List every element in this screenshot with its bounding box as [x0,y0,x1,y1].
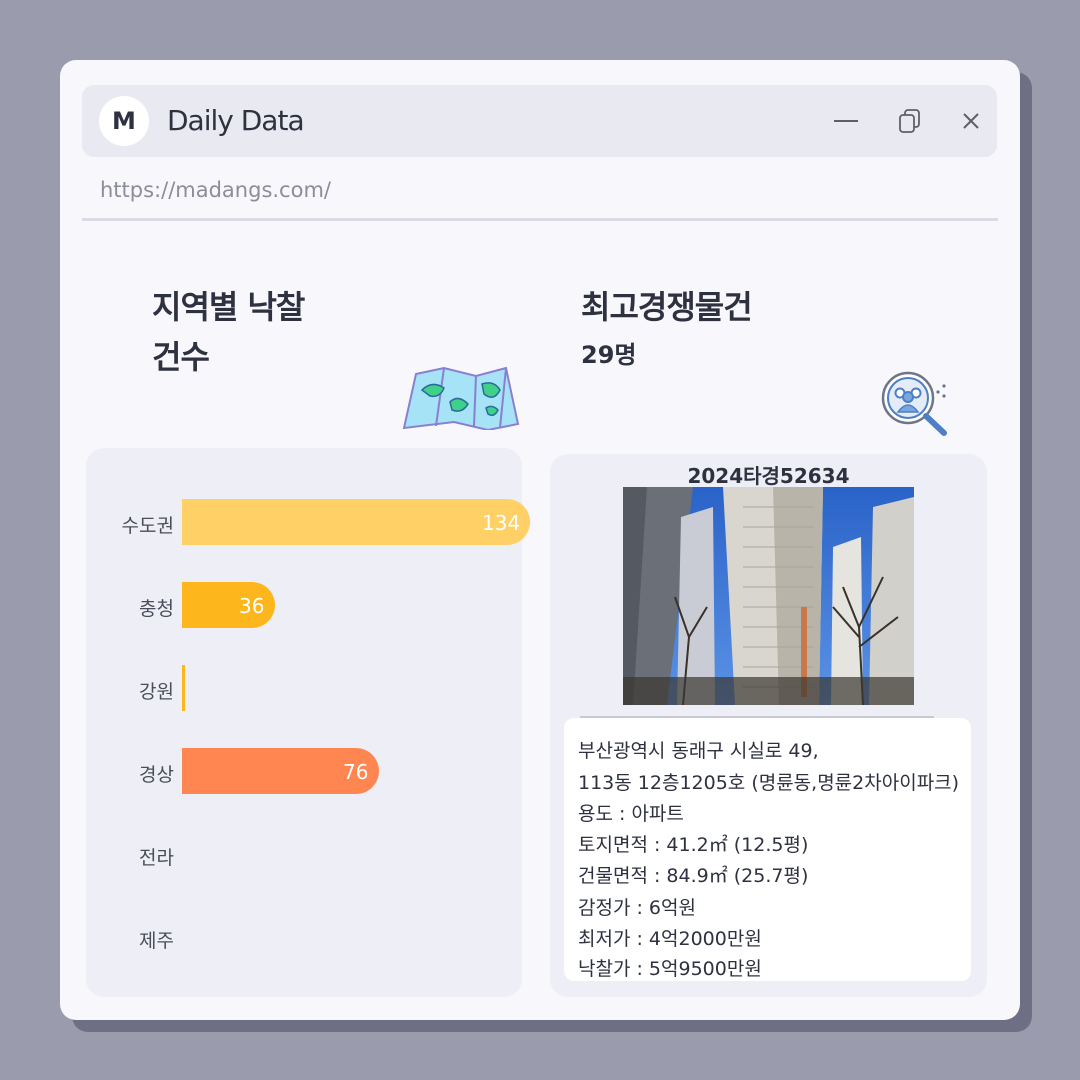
minimize-icon [834,120,858,122]
right-heading: 최고경쟁물건 [581,288,753,326]
map-icon [402,366,520,430]
bar [182,499,530,545]
app-logo: M [99,96,149,146]
browser-window: M Daily Data https://madangs.com/ 지역별 낙찰… [60,60,1020,1020]
bar-label: 제주 [139,930,174,952]
left-heading: 지역별 낙찰 건수 [152,282,305,382]
bar-label: 전라 [139,847,174,869]
appraisal-price: 감정가 : 6억원 [578,897,696,919]
bar-label: 충청 [139,598,174,620]
minimize-button[interactable] [830,105,862,137]
usage: 용도 : 아파트 [578,803,684,825]
address-divider [82,218,998,221]
bar-value-label: 134 [482,511,521,535]
restore-button[interactable] [894,105,926,137]
address-bar[interactable]: https://madangs.com/ [100,178,331,202]
property-photo [623,487,914,705]
restore-icon [899,109,920,133]
property-panel: 2024타경52634 부산광역시 동래구 시실로 49, 113동 12층12… [550,454,987,997]
close-icon [963,113,979,129]
title-bar: M Daily Data [82,85,997,157]
bar [182,665,185,711]
address-line2: 113동 12층1205호 (명륜동,명륜2차아이파크) [578,772,960,794]
region-chart-panel: 수도권 134 충청 36 강원경상 76 전라제주 [86,448,530,997]
winning-bid: 낙찰가 : 5억9500만원 [578,958,762,980]
close-button[interactable] [955,105,987,137]
region-bar-chart: 수도권 134 충청 36 강원경상 76 전라제주 [86,448,530,997]
bar-label: 경상 [139,764,174,786]
bar-label: 수도권 [121,515,174,537]
case-number: 2024타경52634 [687,464,850,488]
property-info-card: 부산광역시 동래구 시실로 49, 113동 12층1205호 (명륜동,명륜2… [564,718,971,981]
building-area: 건물면적 : 84.9㎡ (25.7평) [578,865,809,887]
left-heading-line1: 지역별 낙찰 [152,288,305,326]
address-line1: 부산광역시 동래구 시실로 49, [578,740,819,762]
land-area: 토지면적 : 41.2㎡ (12.5평) [578,834,809,856]
left-heading-line2: 건수 [152,338,210,376]
bidder-count: 29명 [581,341,637,369]
bar-label: 강원 [139,681,174,703]
bar-value-label: 76 [343,760,369,784]
app-title: Daily Data [167,104,305,137]
people-search-icon [881,371,947,436]
bar-value-label: 36 [239,594,265,618]
minimum-price: 최저가 : 4억2000만원 [578,928,762,950]
